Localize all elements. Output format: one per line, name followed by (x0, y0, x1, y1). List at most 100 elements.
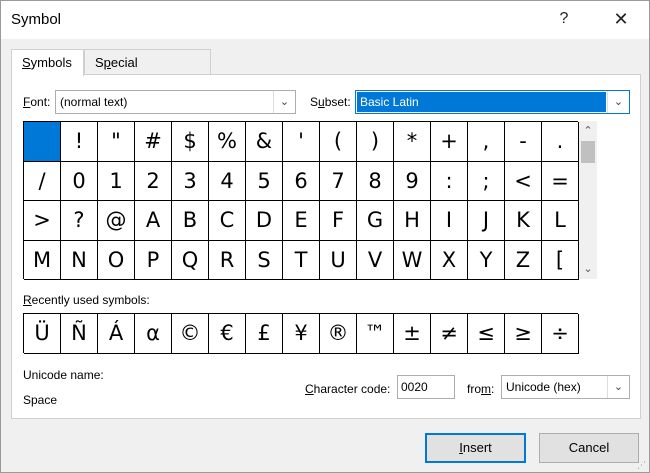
symbol-cell[interactable]: L (542, 201, 579, 241)
symbol-cell[interactable]: U (320, 240, 357, 280)
symbol-cell[interactable]: 7 (320, 161, 357, 201)
character-code-input[interactable]: 0020 (397, 375, 455, 399)
symbol-cell[interactable]: > (24, 201, 61, 241)
symbol-cell[interactable]: ? (61, 201, 98, 241)
symbol-cell[interactable]: * (394, 122, 431, 162)
recent-symbol-cell[interactable]: ® (320, 314, 357, 354)
symbol-cell[interactable]: R (209, 240, 246, 280)
cancel-button[interactable]: Cancel (539, 433, 639, 463)
symbol-cell[interactable]: M (24, 240, 61, 280)
symbol-cell[interactable]: P (135, 240, 172, 280)
symbol-cell[interactable]: @ (98, 201, 135, 241)
symbol-grid-scrollbar[interactable]: ⌃ ⌄ (579, 121, 597, 279)
symbol-cell[interactable]: T (283, 240, 320, 280)
symbol-cell[interactable]: " (98, 122, 135, 162)
symbol-cell[interactable]: # (135, 122, 172, 162)
symbol-cell[interactable]: Z (505, 240, 542, 280)
symbol-cell[interactable]: = (542, 161, 579, 201)
symbol-cell[interactable]: 9 (394, 161, 431, 201)
resize-grip-icon[interactable]: ⋰ (637, 460, 647, 470)
symbol-cell[interactable]: K (505, 201, 542, 241)
chevron-down-icon[interactable]: ⌄ (607, 91, 629, 113)
recent-symbol-cell[interactable]: ¥ (283, 314, 320, 354)
subset-dropdown[interactable]: Basic Latin ⌄ (355, 90, 630, 114)
symbol-cell[interactable]: 2 (135, 161, 172, 201)
symbol-cell[interactable]: Y (468, 240, 505, 280)
recent-symbol-cell[interactable]: © (172, 314, 209, 354)
recent-symbol-cell[interactable]: α (135, 314, 172, 354)
tab-symbols[interactable]: Symbols (11, 49, 84, 76)
symbol-cell[interactable]: 3 (172, 161, 209, 201)
symbol-cell[interactable]: ) (357, 122, 394, 162)
recent-symbol-cell[interactable]: £ (246, 314, 283, 354)
symbol-cell[interactable]: 8 (357, 161, 394, 201)
chevron-down-icon[interactable]: ⌄ (607, 376, 629, 398)
symbol-cell[interactable]: 1 (98, 161, 135, 201)
symbol-cell[interactable]: % (209, 122, 246, 162)
symbol-cell[interactable]: N (61, 240, 98, 280)
symbol-cell[interactable]: 0 (61, 161, 98, 201)
recent-symbol-cell[interactable]: ≥ (505, 314, 542, 354)
symbol-cell[interactable]: [ (542, 240, 579, 280)
chevron-down-icon[interactable]: ⌄ (273, 91, 295, 113)
symbol-cell[interactable]: ; (468, 161, 505, 201)
symbol-cell[interactable]: Q (172, 240, 209, 280)
font-dropdown[interactable]: (normal text) ⌄ (55, 90, 296, 114)
recent-symbols-label: Recently used symbols: (23, 293, 150, 307)
symbol-cell[interactable]: B (172, 201, 209, 241)
symbol-cell[interactable]: S (246, 240, 283, 280)
insert-button[interactable]: Insert (425, 433, 526, 463)
chevron-down-icon[interactable]: ⌄ (579, 261, 597, 277)
symbol-cell[interactable]: 5 (246, 161, 283, 201)
symbol-cell[interactable]: & (246, 122, 283, 162)
recent-symbol-cell[interactable]: Ü (24, 314, 61, 354)
recent-symbol-cell[interactable]: ≤ (468, 314, 505, 354)
symbol-cell[interactable]: O (98, 240, 135, 280)
help-button[interactable]: ? (549, 5, 579, 33)
symbol-cell[interactable]: A (135, 201, 172, 241)
recent-symbol-cell[interactable]: ™ (357, 314, 394, 354)
symbol-cell[interactable]: 6 (283, 161, 320, 201)
recent-symbol-cell[interactable]: ÷ (542, 314, 579, 354)
from-dropdown[interactable]: Unicode (hex) ⌄ (501, 375, 630, 399)
symbol-cell[interactable]: , (468, 122, 505, 162)
symbol-grid[interactable]: ! " # $% & '() * +, -. /0 1 2 3 4 5 6 7 8 9:; < = >? @ A B C D E F G H… (23, 121, 579, 280)
symbol-cell[interactable]: 4 (209, 161, 246, 201)
symbol-cell[interactable]: W (394, 240, 431, 280)
close-icon[interactable]: ✕ (603, 5, 639, 33)
symbol-cell[interactable]: ( (320, 122, 357, 162)
symbol-cell[interactable]: + (431, 122, 468, 162)
recent-symbol-cell[interactable]: € (209, 314, 246, 354)
recent-symbol-cell[interactable]: Ñ (61, 314, 98, 354)
tab-special-accel: p (103, 55, 111, 70)
symbol-cell[interactable]: : (431, 161, 468, 201)
symbol-cell[interactable]: ' (283, 122, 320, 162)
symbol-cell[interactable]: I (431, 201, 468, 241)
symbol-cell[interactable]: D (246, 201, 283, 241)
symbol-cell[interactable]: E (283, 201, 320, 241)
symbol-cell[interactable]: $ (172, 122, 209, 162)
symbol-cell[interactable]: C (209, 201, 246, 241)
symbol-cell[interactable]: J (468, 201, 505, 241)
symbol-cell[interactable]: < (505, 161, 542, 201)
symbol-cell[interactable]: ! (61, 122, 98, 162)
symbol-cell[interactable]: V (357, 240, 394, 280)
recent-symbols-grid[interactable]: Ü Ñ Áα © € £ ¥ ® ™ ± ≠ ≤ ≥ ÷ (23, 313, 579, 354)
chevron-up-icon[interactable]: ⌃ (579, 123, 597, 139)
recent-symbol-cell[interactable]: ± (394, 314, 431, 354)
symbol-cell[interactable]: / (24, 161, 61, 201)
symbol-cell[interactable]: - (505, 122, 542, 162)
symbol-cell[interactable]: . (542, 122, 579, 162)
symbol-cell[interactable] (24, 122, 61, 162)
recent-symbol-cell[interactable]: ≠ (431, 314, 468, 354)
symbol-cell[interactable]: G (357, 201, 394, 241)
tab-special-pre: S (95, 55, 104, 70)
symbol-cell[interactable]: F (320, 201, 357, 241)
symbol-cell[interactable]: H (394, 201, 431, 241)
symbol-cell[interactable]: X (431, 240, 468, 280)
tab-symbols-label: ymbols (30, 55, 72, 70)
subset-label: Subset: (310, 95, 351, 109)
recent-symbol-cell[interactable]: Á (98, 314, 135, 354)
tab-special-characters[interactable]: Special Characters (84, 49, 211, 95)
scroll-thumb[interactable] (581, 141, 595, 163)
